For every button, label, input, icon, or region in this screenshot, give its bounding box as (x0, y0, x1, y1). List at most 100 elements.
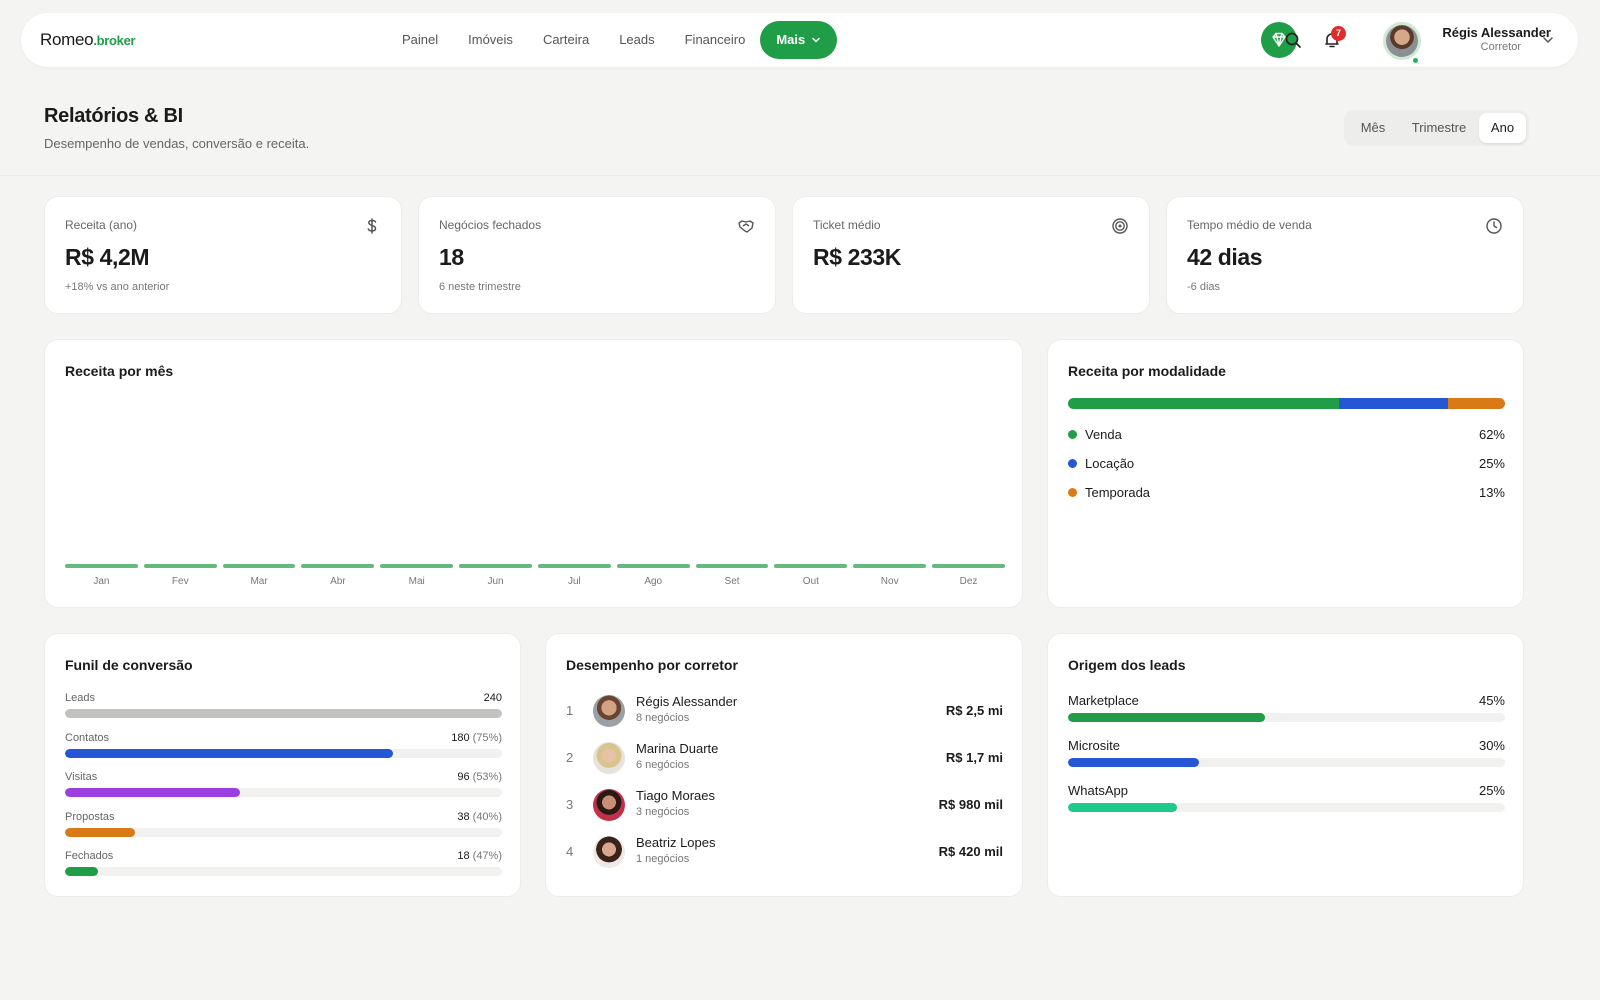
month-bars: Jan Fev Mar Abr Mai Jun Jul Ago Set Out Nov Dez (65, 564, 1005, 587)
lead-source-fill-bar (1068, 713, 1265, 722)
month-column[interactable]: Mar (222, 564, 296, 587)
month-bar[interactable] (537, 564, 611, 568)
share-segment[interactable] (1338, 398, 1449, 409)
month-column[interactable]: Mai (380, 564, 454, 587)
month-column[interactable]: Jul (537, 564, 611, 587)
month-bar[interactable] (459, 564, 532, 568)
chevron-down-icon (812, 37, 820, 43)
lead-source-percent: 25% (1478, 783, 1505, 798)
kpi-value: R$ 233K (813, 244, 901, 270)
month-column[interactable]: Fev (143, 564, 217, 587)
broker-row[interactable]: 4 Beatriz Lopes 1 negócios R$ 420 mil (566, 834, 1003, 870)
month-column[interactable]: Dez (932, 564, 1005, 587)
search-button[interactable] (1280, 27, 1306, 53)
revenue-by-month-card: Receita por mês Jan Fev Mar Abr Mai Jun Jul Ago… (44, 339, 1023, 608)
share-segment[interactable] (1068, 398, 1339, 409)
month-bar[interactable] (774, 564, 848, 568)
month-bar[interactable] (853, 564, 927, 568)
clock-icon (1486, 218, 1502, 234)
month-bar[interactable] (932, 564, 1005, 568)
month-bar[interactable] (65, 564, 138, 568)
period-option-mes[interactable]: Mês (1347, 113, 1399, 143)
funnel-stage-header: Visitas 96 (53%) (65, 771, 502, 783)
user-name[interactable]: Régis Alessander (1401, 25, 1551, 40)
lead-source-row: Marketplace 45% (1068, 693, 1505, 722)
month-column[interactable]: Ago (616, 564, 690, 587)
month-column[interactable]: Nov (853, 564, 927, 587)
broker-deals: 6 negócios (636, 759, 690, 771)
lead-source-track (1068, 758, 1505, 767)
broker-revenue: R$ 2,5 mi (945, 703, 1003, 718)
funnel-stage-label: Contatos (65, 731, 110, 744)
page-subtitle: Desempenho de vendas, conversão e receit… (44, 136, 310, 151)
funnel-stage: Contatos 180 (75%) (65, 732, 502, 758)
month-bar[interactable] (301, 564, 375, 568)
period-selector: Mês Trimestre Ano (1344, 110, 1529, 146)
revenue-by-type-card: Receita por modalidade Venda 62% Locação 25… (1047, 339, 1524, 608)
broker-row[interactable]: 3 Tiago Moraes 3 negócios R$ 980 mil (566, 787, 1003, 823)
period-option-ano[interactable]: Ano (1479, 113, 1526, 143)
broker-revenue: R$ 980 mil (938, 797, 1003, 812)
search-icon (1285, 32, 1301, 48)
user-menu-chevron-icon[interactable] (1541, 33, 1555, 47)
broker-deals: 3 negócios (636, 806, 690, 818)
legend-percent: 13% (1478, 485, 1505, 500)
broker-performance-card: Desempenho por corretor 1 Régis Alessande… (545, 633, 1023, 897)
broker-row[interactable]: 1 Régis Alessander 8 negócios R$ 2,5 mi (566, 693, 1003, 729)
card-title: Origem dos leads (1068, 657, 1186, 673)
month-column[interactable]: Jan (65, 564, 138, 587)
nav-item-carteira[interactable]: Carteira (528, 21, 604, 59)
lead-source-label: WhatsApp (1068, 783, 1128, 798)
user-role: Corretor (1480, 41, 1521, 53)
month-column[interactable]: Set (695, 564, 769, 587)
broker-rank: 1 (566, 703, 574, 718)
month-column[interactable]: Abr (301, 564, 375, 587)
kpi-label: Ticket médio (813, 218, 881, 232)
nav-item-mais[interactable]: Mais (760, 21, 838, 59)
nav-item-leads[interactable]: Leads (604, 21, 669, 59)
period-option-trimestre[interactable]: Trimestre (1399, 113, 1479, 143)
broker-deals: 8 negócios (636, 712, 690, 724)
lead-source-label: Microsite (1068, 738, 1121, 753)
broker-name: Tiago Moraes (636, 788, 715, 803)
broker-row[interactable]: 2 Marina Duarte 6 negócios R$ 1,7 mi (566, 740, 1003, 776)
funnel-stage-label: Visitas (65, 771, 98, 783)
month-column[interactable]: Out (774, 564, 848, 587)
month-bar[interactable] (616, 564, 690, 568)
nav-item-financeiro[interactable]: Financeiro (670, 21, 761, 59)
broker-avatar (593, 836, 625, 868)
broker-rank: 3 (566, 797, 574, 812)
funnel-stage-header: Leads 240 (65, 692, 502, 704)
month-label: Jan (93, 576, 110, 587)
funnel-stage-count: 240 (483, 692, 502, 704)
target-icon (1112, 218, 1128, 234)
funnel-track (65, 788, 502, 797)
month-bar[interactable] (380, 564, 454, 568)
month-bar[interactable] (222, 564, 296, 568)
funnel-stage-values: 96 (53%) (457, 771, 502, 783)
share-segment[interactable] (1448, 398, 1505, 409)
legend-item: Locação 25% (1068, 456, 1505, 471)
funnel-track (65, 709, 502, 718)
kpi-value: R$ 4,2M (65, 244, 150, 270)
dollar-icon (367, 218, 377, 234)
nav-item-painel[interactable]: Painel (387, 21, 453, 59)
month-label: Fev (171, 576, 189, 587)
nav-item-imoveis[interactable]: Imóveis (453, 21, 528, 59)
month-column[interactable]: Jun (459, 564, 532, 587)
funnel-stage-header: Propostas 38 (40%) (65, 811, 502, 823)
month-bar[interactable] (695, 564, 769, 568)
lead-source-header: Microsite 30% (1068, 738, 1505, 753)
lead-source-header: WhatsApp 25% (1068, 783, 1505, 798)
kpi-subtext: +18% vs ano anterior (65, 281, 170, 293)
broker-revenue: R$ 1,7 mi (945, 750, 1003, 765)
funnel-stage-count: 96 (457, 771, 470, 783)
main-nav: Painel Imóveis Carteira Leads Financeiro… (387, 21, 838, 59)
month-label: Out (802, 576, 819, 587)
brand-logo[interactable]: Romeo.broker (40, 30, 136, 50)
month-bar[interactable] (143, 564, 217, 568)
broker-name: Marina Duarte (636, 741, 719, 756)
funnel-stage: Leads 240 (65, 692, 502, 718)
funnel-track (65, 867, 502, 876)
lead-source-percent: 45% (1478, 693, 1505, 708)
